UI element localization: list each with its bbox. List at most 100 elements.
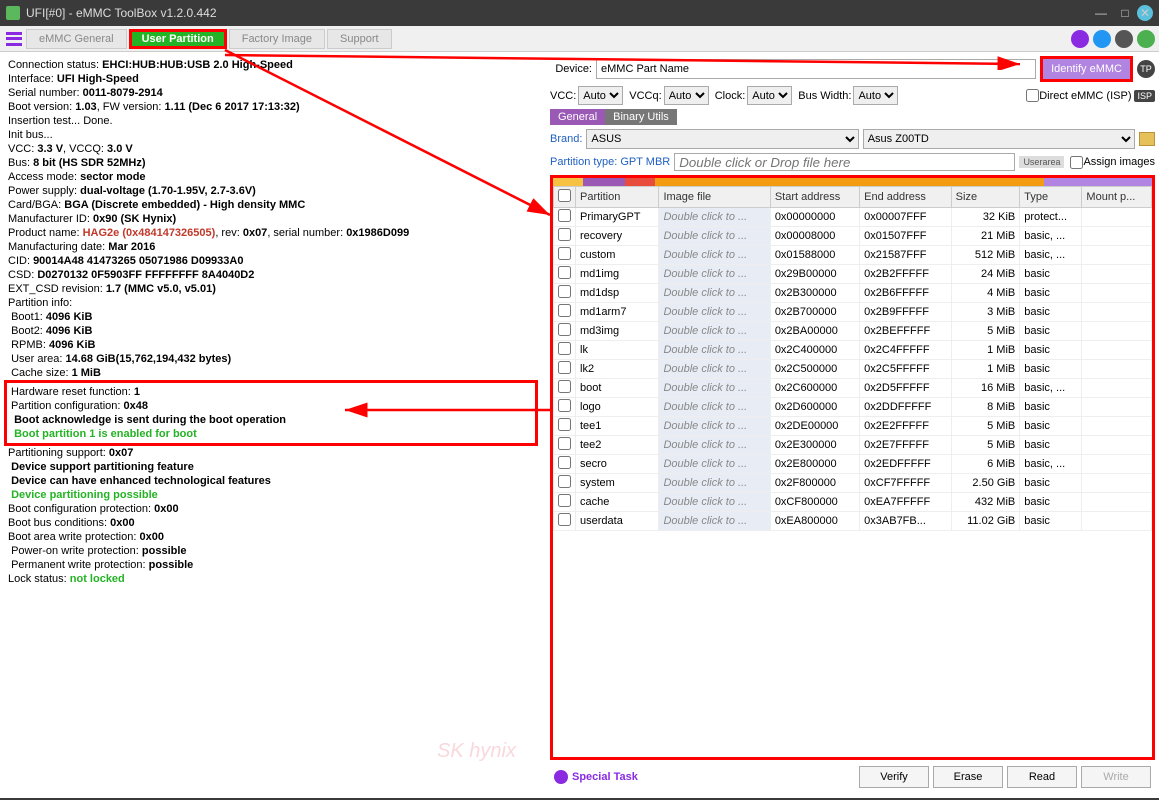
table-row[interactable]: PrimaryGPTDouble click to ...0x000000000… <box>554 208 1152 227</box>
cell-mount <box>1082 493 1152 512</box>
close-icon[interactable]: ✕ <box>1137 5 1153 21</box>
row-checkbox[interactable] <box>558 285 571 298</box>
tp-badge[interactable]: TP <box>1137 60 1155 78</box>
cell-image[interactable]: Double click to ... <box>659 493 770 512</box>
cell-image[interactable]: Double click to ... <box>659 265 770 284</box>
verify-button[interactable]: Verify <box>859 766 929 788</box>
row-checkbox[interactable] <box>558 323 571 336</box>
table-row[interactable]: tee1Double click to ...0x2DE000000x2E2FF… <box>554 417 1152 436</box>
cell-image[interactable]: Double click to ... <box>659 284 770 303</box>
cell-end: 0x00007FFF <box>860 208 952 227</box>
vcc-select[interactable]: Auto <box>578 86 623 105</box>
cell-image[interactable]: Double click to ... <box>659 474 770 493</box>
cell-image[interactable]: Double click to ... <box>659 303 770 322</box>
row-checkbox[interactable] <box>558 380 571 393</box>
row-checkbox[interactable] <box>558 418 571 431</box>
table-row[interactable]: systemDouble click to ...0x2F8000000xCF7… <box>554 474 1152 493</box>
table-row[interactable]: cacheDouble click to ...0xCF8000000xEA7F… <box>554 493 1152 512</box>
maximize-icon[interactable]: □ <box>1113 6 1137 20</box>
subtab-binary-utils[interactable]: Binary Utils <box>605 109 677 125</box>
row-checkbox[interactable] <box>558 475 571 488</box>
row-checkbox[interactable] <box>558 228 571 241</box>
th-mount[interactable]: Mount p... <box>1082 187 1152 208</box>
cell-image[interactable]: Double click to ... <box>659 455 770 474</box>
cell-image[interactable]: Double click to ... <box>659 341 770 360</box>
table-row[interactable]: tee2Double click to ...0x2E3000000x2E7FF… <box>554 436 1152 455</box>
cell-type: basic <box>1020 417 1082 436</box>
download-icon[interactable] <box>1093 30 1111 48</box>
table-row[interactable]: lk2Double click to ...0x2C5000000x2C5FFF… <box>554 360 1152 379</box>
th-partition[interactable]: Partition <box>576 187 659 208</box>
cell-image[interactable]: Double click to ... <box>659 208 770 227</box>
table-row[interactable]: logoDouble click to ...0x2D6000000x2DDFF… <box>554 398 1152 417</box>
row-checkbox[interactable] <box>558 209 571 222</box>
cell-partition: lk <box>576 341 659 360</box>
special-task-link[interactable]: Special Task <box>572 771 638 783</box>
erase-button[interactable]: Erase <box>933 766 1003 788</box>
read-button[interactable]: Read <box>1007 766 1077 788</box>
cell-partition: tee1 <box>576 417 659 436</box>
hamburger-icon[interactable] <box>4 30 24 48</box>
table-row[interactable]: secroDouble click to ...0x2E8000000x2EDF… <box>554 455 1152 474</box>
settings-icon[interactable] <box>1137 30 1155 48</box>
row-checkbox[interactable] <box>558 513 571 526</box>
write-button[interactable]: Write <box>1081 766 1151 788</box>
tab-emmc-general[interactable]: eMMC General <box>26 29 127 49</box>
cell-image[interactable]: Double click to ... <box>659 417 770 436</box>
table-row[interactable]: bootDouble click to ...0x2C6000000x2D5FF… <box>554 379 1152 398</box>
clock-select[interactable]: Auto <box>747 86 792 105</box>
direct-emmc-checkbox[interactable] <box>1026 89 1039 102</box>
row-checkbox[interactable] <box>558 266 571 279</box>
row-checkbox[interactable] <box>558 342 571 355</box>
th-type[interactable]: Type <box>1020 187 1082 208</box>
cell-image[interactable]: Double click to ... <box>659 398 770 417</box>
cell-size: 1 MiB <box>951 341 1020 360</box>
info-icon[interactable] <box>1115 30 1133 48</box>
th-end[interactable]: End address <box>860 187 952 208</box>
table-row[interactable]: customDouble click to ...0x015880000x215… <box>554 246 1152 265</box>
cell-image[interactable]: Double click to ... <box>659 379 770 398</box>
vccq-select[interactable]: Auto <box>664 86 709 105</box>
table-row[interactable]: md1arm7Double click to ...0x2B7000000x2B… <box>554 303 1152 322</box>
minimize-icon[interactable]: — <box>1089 6 1113 20</box>
row-checkbox[interactable] <box>558 304 571 317</box>
row-checkbox[interactable] <box>558 361 571 374</box>
table-row[interactable]: md3imgDouble click to ...0x2BA000000x2BE… <box>554 322 1152 341</box>
brand-select[interactable]: ASUS <box>586 129 858 149</box>
cell-image[interactable]: Double click to ... <box>659 246 770 265</box>
th-image[interactable]: Image file <box>659 187 770 208</box>
subtab-general[interactable]: General <box>550 109 605 125</box>
tab-factory-image[interactable]: Factory Image <box>229 29 325 49</box>
globe-icon[interactable] <box>1071 30 1089 48</box>
special-task-icon[interactable] <box>554 770 568 784</box>
file-input[interactable] <box>674 153 1015 171</box>
cell-size: 8 MiB <box>951 398 1020 417</box>
table-row[interactable]: recoveryDouble click to ...0x000080000x0… <box>554 227 1152 246</box>
cell-partition: md1dsp <box>576 284 659 303</box>
buswidth-select[interactable]: Auto <box>853 86 898 105</box>
cell-image[interactable]: Double click to ... <box>659 227 770 246</box>
table-row[interactable]: md1imgDouble click to ...0x29B000000x2B2… <box>554 265 1152 284</box>
cell-image[interactable]: Double click to ... <box>659 322 770 341</box>
row-checkbox[interactable] <box>558 399 571 412</box>
row-checkbox[interactable] <box>558 456 571 469</box>
row-checkbox[interactable] <box>558 247 571 260</box>
th-start[interactable]: Start address <box>770 187 859 208</box>
table-row[interactable]: userdataDouble click to ...0xEA8000000x3… <box>554 512 1152 531</box>
cell-image[interactable]: Double click to ... <box>659 436 770 455</box>
table-row[interactable]: lkDouble click to ...0x2C4000000x2C4FFFF… <box>554 341 1152 360</box>
tab-support[interactable]: Support <box>327 29 392 49</box>
cell-image[interactable]: Double click to ... <box>659 360 770 379</box>
folder-icon[interactable] <box>1139 132 1155 146</box>
select-all-checkbox[interactable] <box>558 189 571 202</box>
device-name-input[interactable] <box>596 59 1036 79</box>
cell-image[interactable]: Double click to ... <box>659 512 770 531</box>
tab-user-partition[interactable]: User Partition <box>129 29 227 49</box>
identify-emmc-button[interactable]: Identify eMMC <box>1040 56 1133 82</box>
th-size[interactable]: Size <box>951 187 1020 208</box>
table-row[interactable]: md1dspDouble click to ...0x2B3000000x2B6… <box>554 284 1152 303</box>
assign-images-checkbox[interactable] <box>1070 156 1083 169</box>
row-checkbox[interactable] <box>558 494 571 507</box>
model-select[interactable]: Asus Z00TD <box>863 129 1135 149</box>
row-checkbox[interactable] <box>558 437 571 450</box>
